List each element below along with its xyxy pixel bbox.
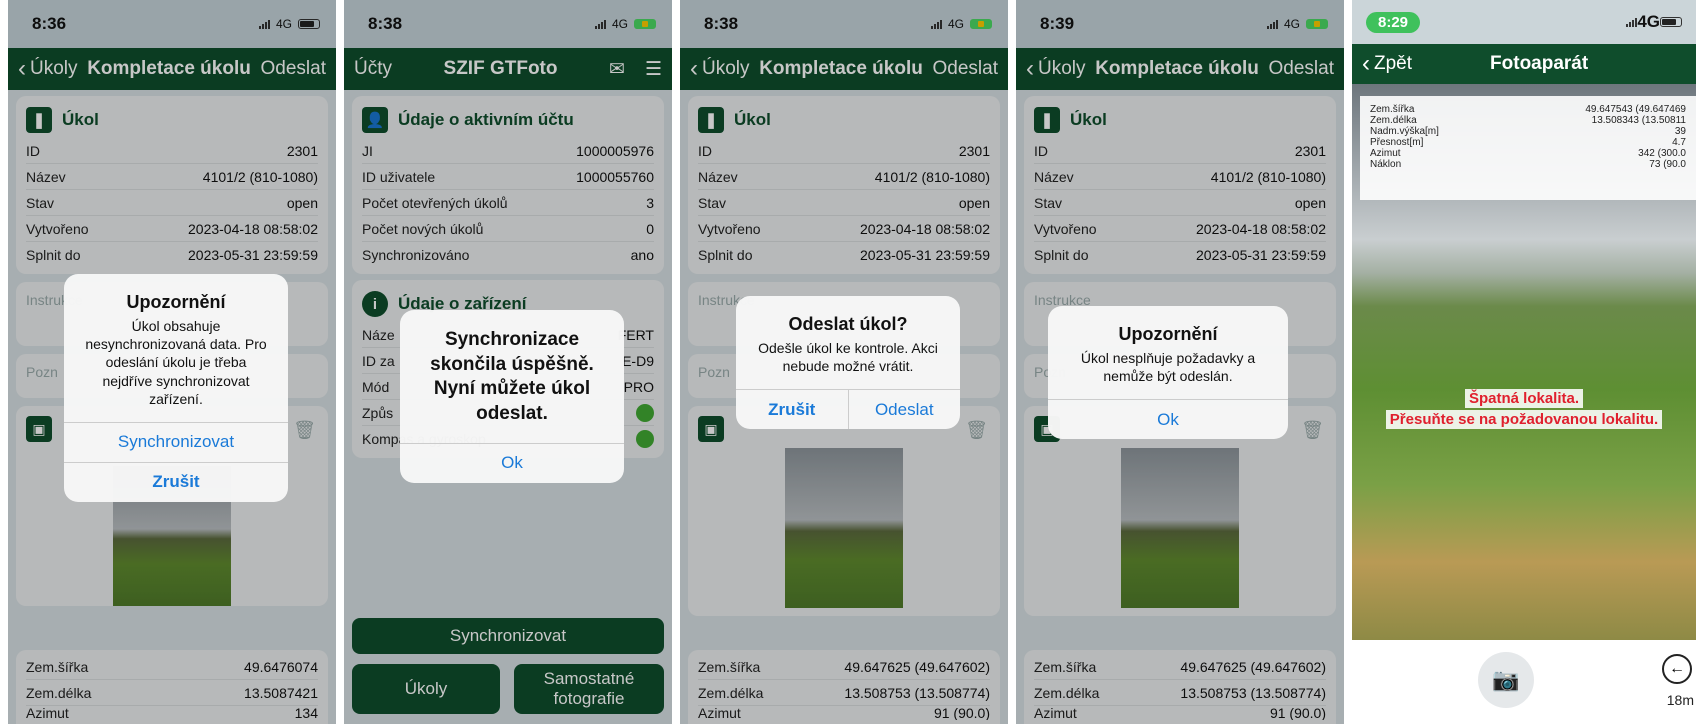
info-row: Zem.šířka 49.647543 (49.647469 (1370, 104, 1686, 115)
camera-controls: 📷 ← 18m (1352, 640, 1696, 724)
phone-send-rejected: 8:39 4G ‹ Úkoly Kompletace úkolu Odeslat … (1016, 0, 1344, 724)
cancel-button[interactable]: Zrušit (736, 390, 848, 429)
phone-camera: 8:29 4G ‹ Zpět Fotoaparát Zem.šířka 49.647… (1352, 0, 1696, 724)
phone-task-detail-unsynced: 8:36 4G ‹ Úkoly Kompletace úkolu Odeslat … (8, 0, 336, 724)
gps-info-panel: Zem.šířka 49.647543 (49.647469 Zem.délka 1… (1360, 96, 1696, 200)
dialog-title: Upozornění (126, 292, 226, 312)
dialog-message: Synchronizace skončila úspěšně. Nyní můž… (430, 329, 594, 425)
chevron-left-icon: ‹ (1362, 50, 1370, 77)
nav-bar: ‹ Zpět Fotoaparát (1352, 44, 1696, 84)
navigation-arrow-icon[interactable]: ← (1662, 654, 1692, 684)
dialog-message: Odešle úkol ke kontrole. Akci nebude mož… (758, 340, 938, 375)
info-row: Azimut 342 (300.0 (1370, 148, 1686, 159)
status-bar: 8:29 4G (1352, 0, 1696, 44)
dialog-message: Úkol nesplňuje požadavky a nemůže být od… (1080, 350, 1256, 385)
phone-accounts: 8:38 4G Účty SZIF GTFoto ✉ ☰ 👤 Údaje o ak… (344, 0, 672, 724)
back-button[interactable]: ‹ Zpět (1362, 52, 1412, 76)
battery-icon (1660, 17, 1682, 27)
info-row: Zem.délka 13.508343 (13.50811 (1370, 115, 1686, 126)
sync-success-dialog: Synchronizace skončila úspěšně. Nyní můž… (400, 310, 624, 483)
requirements-warning-dialog: Upozornění Úkol nesplňuje požadavky a ne… (1048, 306, 1288, 440)
phone-send-confirm: 8:38 4G ‹ Úkoly Kompletace úkolu Odeslat … (680, 0, 1008, 724)
cancel-button[interactable]: Zrušit (64, 461, 288, 502)
status-time: 8:29 (1366, 11, 1421, 33)
info-row: Náklon 73 (90.0 (1370, 159, 1686, 170)
ok-button[interactable]: Ok (400, 442, 624, 483)
network-label: 4G (1637, 12, 1660, 31)
screenshot-strip: 8:36 4G ‹ Úkoly Kompletace úkolu Odeslat … (0, 0, 1696, 724)
ok-button[interactable]: Ok (1048, 399, 1288, 439)
sync-required-dialog: Upozornění Úkol obsahuje nesynchronizova… (64, 274, 288, 502)
info-row: Nadm.výška[m] 39 (1370, 126, 1686, 137)
dialog-title: Odeslat úkol? (788, 314, 908, 334)
wrong-location-warning: Špatná lokalita. Přesuňte se na požadova… (1352, 388, 1696, 430)
synchronize-button[interactable]: Synchronizovat (64, 421, 288, 462)
dialog-title: Upozornění (1118, 324, 1218, 344)
info-row: Přesnost[m] 4.7 (1370, 137, 1686, 148)
page-title: Fotoaparát (1490, 53, 1589, 74)
dialog-message: Úkol obsahuje nesynchronizovaná data. Pr… (85, 318, 267, 407)
signal-icon (1626, 17, 1638, 27)
camera-shutter-icon[interactable]: 📷 (1478, 652, 1534, 708)
confirm-send-button[interactable]: Odeslat (847, 390, 961, 430)
distance-label: 18m (1666, 692, 1694, 708)
send-confirm-dialog: Odeslat úkol? Odešle úkol ke kontrole. A… (736, 296, 961, 430)
